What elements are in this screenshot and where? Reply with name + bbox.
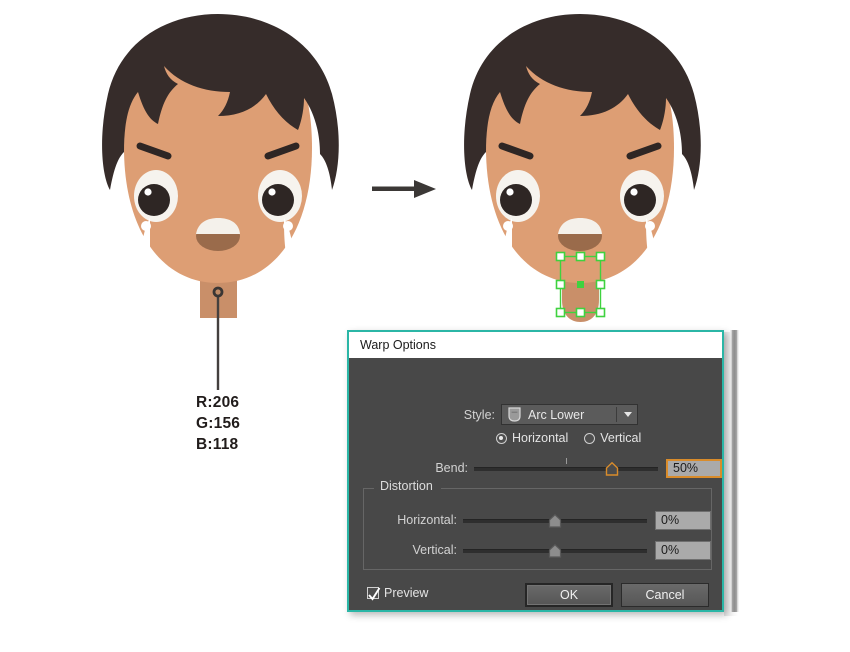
distortion-vertical-slider[interactable] bbox=[463, 540, 647, 560]
radio-horizontal-label: Horizontal bbox=[512, 431, 569, 445]
window-scrollbar-strip[interactable] bbox=[730, 330, 739, 612]
preview-label: Preview bbox=[384, 586, 429, 600]
style-dropdown[interactable]: Arc Lower bbox=[501, 404, 638, 425]
radio-vertical-label: Vertical bbox=[600, 431, 642, 445]
distortion-vertical-label: Vertical: bbox=[412, 543, 457, 557]
checkmark-icon bbox=[368, 587, 381, 601]
distortion-legend: Distortion bbox=[380, 479, 433, 493]
tear-right-drop bbox=[645, 221, 655, 231]
distortion-horizontal-input[interactable]: 0% bbox=[655, 510, 711, 530]
distortion-horizontal-value: 0% bbox=[661, 513, 680, 527]
orientation-row: Horizontal Vertical bbox=[349, 431, 722, 445]
bend-slider-track[interactable] bbox=[474, 467, 658, 471]
selection-center-point[interactable] bbox=[577, 281, 584, 288]
bend-label: Bend: bbox=[435, 461, 468, 475]
dialog-title: Warp Options bbox=[360, 338, 436, 352]
style-value: Arc Lower bbox=[528, 407, 585, 422]
warp-options-dialog: Warp Options Style: Arc Lower Horizontal bbox=[347, 330, 724, 612]
pupil-left bbox=[138, 184, 170, 216]
radio-horizontal[interactable]: Horizontal bbox=[496, 431, 568, 445]
distortion-vertical-thumb[interactable] bbox=[548, 544, 562, 558]
eye-glint-right bbox=[630, 188, 638, 196]
style-label: Style: bbox=[463, 407, 495, 422]
bend-slider-thumb[interactable] bbox=[605, 462, 619, 476]
style-row: Style: Arc Lower bbox=[349, 404, 722, 425]
pupil-right bbox=[262, 184, 294, 216]
tear-left-drop bbox=[141, 221, 151, 231]
preview-checkbox[interactable]: Preview bbox=[367, 586, 429, 601]
eye-glint-left bbox=[506, 188, 514, 196]
group-border-left bbox=[364, 488, 374, 489]
selection-handle-bottom-center[interactable] bbox=[575, 307, 586, 318]
dialog-footer: Preview OK Cancel bbox=[349, 580, 722, 614]
distortion-vertical-input[interactable]: 0% bbox=[655, 540, 711, 560]
preview-checkbox-box bbox=[367, 587, 381, 601]
cancel-button[interactable]: Cancel bbox=[621, 583, 709, 607]
ok-button[interactable]: OK bbox=[525, 583, 613, 607]
radio-horizontal-indicator bbox=[496, 432, 507, 444]
dialog-titlebar[interactable]: Warp Options bbox=[349, 332, 722, 358]
selection-handle-middle-right[interactable] bbox=[595, 279, 606, 290]
callout-red-value: R:206 bbox=[196, 394, 240, 411]
distortion-horizontal-row: Horizontal: 0% bbox=[364, 510, 711, 530]
bend-slider-tick bbox=[566, 458, 567, 464]
selection-handle-bottom-left[interactable] bbox=[555, 307, 566, 318]
group-border-right bbox=[441, 488, 711, 489]
tear-right-drop bbox=[283, 221, 293, 231]
tear-left-drop bbox=[503, 221, 513, 231]
style-divider bbox=[616, 407, 617, 422]
bend-slider[interactable] bbox=[474, 458, 658, 478]
radio-vertical[interactable]: Vertical bbox=[584, 431, 641, 445]
callout-leader-line bbox=[212, 286, 224, 390]
character-original bbox=[88, 8, 348, 328]
bend-row: Bend: 50% bbox=[349, 458, 722, 478]
selection-handle-bottom-right[interactable] bbox=[595, 307, 606, 318]
selection-handle-top-left[interactable] bbox=[555, 251, 566, 262]
chevron-down-icon[interactable] bbox=[618, 405, 637, 424]
eye-glint-left bbox=[144, 188, 152, 196]
selection-handle-middle-left[interactable] bbox=[555, 279, 566, 290]
ok-button-label: OK bbox=[559, 588, 579, 602]
arc-lower-icon bbox=[508, 407, 521, 422]
color-value-callout: R:206 G:156 B:118 bbox=[196, 392, 240, 455]
radio-vertical-indicator bbox=[584, 432, 596, 444]
distortion-horizontal-slider[interactable] bbox=[463, 510, 647, 530]
pupil-left bbox=[500, 184, 532, 216]
dialog-body: Style: Arc Lower Horizontal Vertical Ben… bbox=[349, 358, 722, 610]
character-warped bbox=[450, 8, 710, 328]
eye-glint-right bbox=[268, 188, 276, 196]
cancel-button-label: Cancel bbox=[645, 588, 685, 602]
callout-blue-value: B:118 bbox=[196, 436, 239, 453]
distortion-group: Distortion Horizontal: 0% Vertical: 0% bbox=[363, 479, 712, 570]
transformation-arrow bbox=[372, 178, 438, 200]
bend-value: 50% bbox=[673, 461, 699, 475]
bend-value-input[interactable]: 50% bbox=[666, 458, 722, 478]
selection-handle-top-right[interactable] bbox=[595, 251, 606, 262]
distortion-horizontal-thumb[interactable] bbox=[548, 514, 562, 528]
distortion-horizontal-label: Horizontal: bbox=[397, 513, 457, 527]
callout-green-value: G:156 bbox=[196, 415, 241, 432]
selection-handle-top-center[interactable] bbox=[575, 251, 586, 262]
distortion-vertical-value: 0% bbox=[661, 543, 680, 557]
pupil-right bbox=[624, 184, 656, 216]
distortion-vertical-row: Vertical: 0% bbox=[364, 540, 711, 560]
